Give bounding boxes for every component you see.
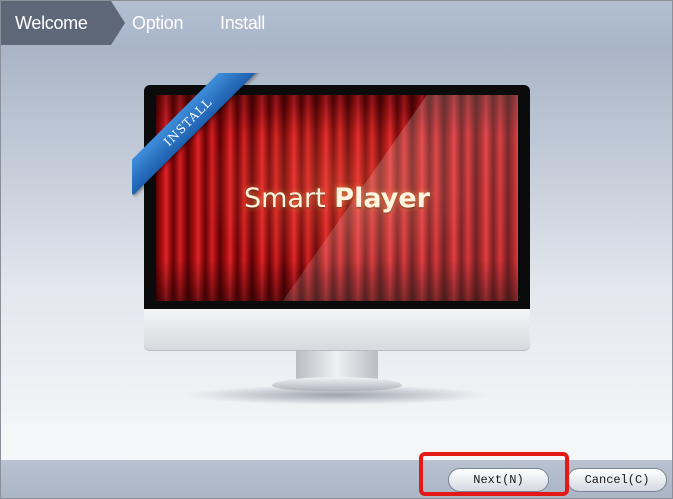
step-header: Welcome Option Install [1, 1, 672, 45]
next-button[interactable]: Next(N) [448, 468, 549, 492]
step-install: Install [220, 13, 265, 33]
monitor-chin [144, 309, 530, 351]
step-option: Option [132, 13, 184, 33]
product-name-bold: Player [334, 183, 430, 214]
cancel-button[interactable]: Cancel(C) [567, 468, 667, 492]
footer: Next(N) Cancel(C) [1, 425, 672, 498]
step-welcome: Welcome [1, 1, 125, 45]
hero-stage: Smart Player INSTALL [1, 45, 672, 425]
monitor-stand-base [272, 377, 402, 391]
install-ribbon-label: INSTALL [132, 73, 261, 195]
installer-window: Welcome Option Install Smart Player INST… [0, 0, 673, 499]
install-ribbon: INSTALL [132, 73, 272, 213]
